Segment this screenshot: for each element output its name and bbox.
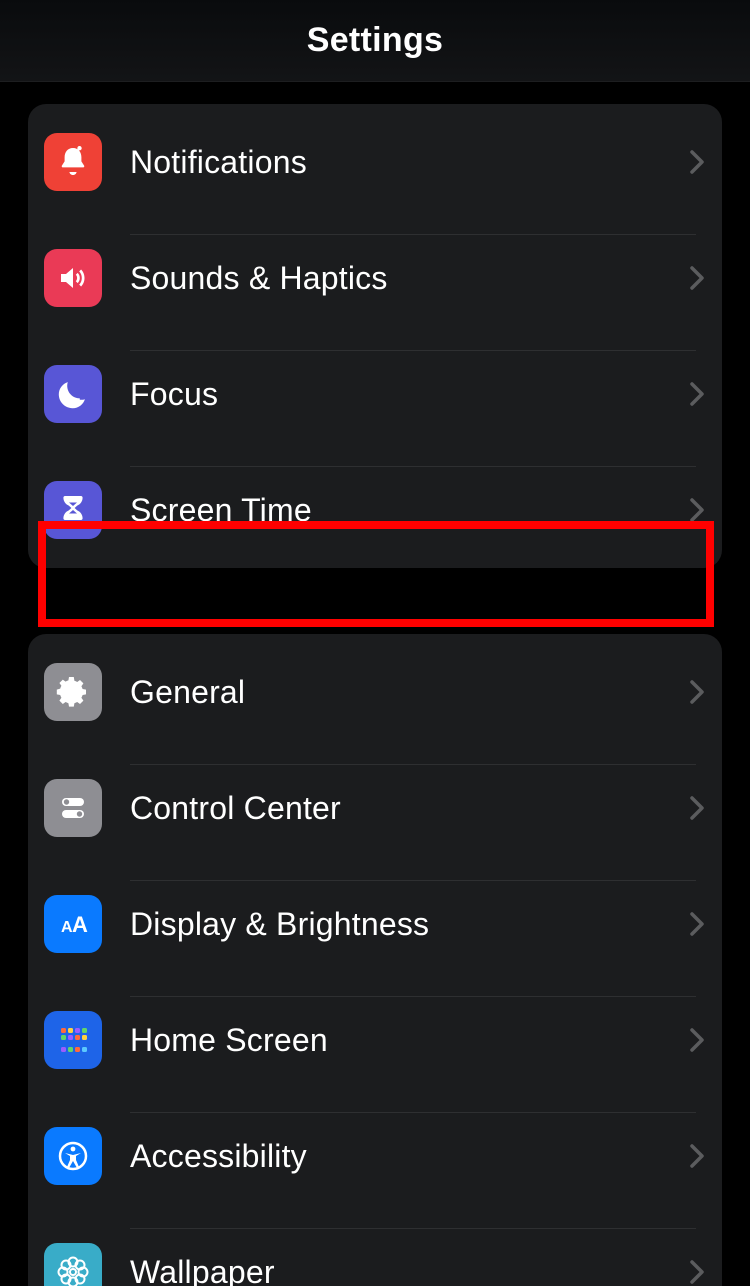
- row-label: Focus: [130, 376, 218, 413]
- row-label-wrap: Home Screen: [130, 996, 678, 1084]
- row-label: Accessibility: [130, 1138, 307, 1175]
- row-label: Home Screen: [130, 1022, 328, 1059]
- row-label: Notifications: [130, 144, 307, 181]
- chevron-right-icon: [690, 150, 704, 174]
- row-control-center[interactable]: Control Center: [28, 750, 722, 866]
- row-label-wrap: Accessibility: [130, 1112, 678, 1200]
- row-home-screen[interactable]: Home Screen: [28, 982, 722, 1098]
- toggles-icon: [44, 779, 102, 837]
- row-notifications[interactable]: Notifications: [28, 104, 722, 220]
- svg-text:A: A: [72, 912, 88, 937]
- row-general[interactable]: General: [28, 634, 722, 750]
- chevron-right-icon: [690, 498, 704, 522]
- row-label-wrap: Sounds & Haptics: [130, 234, 678, 322]
- flower-icon: [44, 1243, 102, 1286]
- row-label: Wallpaper: [130, 1254, 275, 1286]
- row-label: General: [130, 674, 245, 711]
- row-label: Display & Brightness: [130, 906, 429, 943]
- chevron-right-icon: [690, 1260, 704, 1284]
- moon-icon: [44, 365, 102, 423]
- row-label-wrap: Control Center: [130, 764, 678, 852]
- bell-icon: [44, 133, 102, 191]
- row-label-wrap: Display & Brightness: [130, 880, 678, 968]
- row-focus[interactable]: Focus: [28, 336, 722, 452]
- chevron-right-icon: [690, 680, 704, 704]
- row-accessibility[interactable]: Accessibility: [28, 1098, 722, 1214]
- accessibility-icon: [44, 1127, 102, 1185]
- hourglass-icon: [44, 481, 102, 539]
- apps-grid-icon: [44, 1011, 102, 1069]
- row-label: Control Center: [130, 790, 341, 827]
- row-label-wrap: Wallpaper: [130, 1228, 678, 1286]
- row-label: Screen Time: [130, 492, 312, 529]
- row-label-wrap: Screen Time: [130, 466, 678, 554]
- row-label: Sounds & Haptics: [130, 260, 388, 297]
- chevron-right-icon: [690, 382, 704, 406]
- speaker-icon: [44, 249, 102, 307]
- row-sounds-haptics[interactable]: Sounds & Haptics: [28, 220, 722, 336]
- settings-group-1: Notifications Sounds & Haptics Focus: [28, 104, 722, 568]
- chevron-right-icon: [690, 266, 704, 290]
- row-display-brightness[interactable]: AA Display & Brightness: [28, 866, 722, 982]
- settings-group-2: General Control Center AA Display & Brig…: [28, 634, 722, 1286]
- chevron-right-icon: [690, 912, 704, 936]
- chevron-right-icon: [690, 796, 704, 820]
- text-size-icon: AA: [44, 895, 102, 953]
- row-label-wrap: General: [130, 648, 678, 736]
- row-wallpaper[interactable]: Wallpaper: [28, 1214, 722, 1286]
- gear-icon: [44, 663, 102, 721]
- header-bar: Settings: [0, 0, 750, 82]
- row-screen-time[interactable]: Screen Time: [28, 452, 722, 568]
- chevron-right-icon: [690, 1144, 704, 1168]
- chevron-right-icon: [690, 1028, 704, 1052]
- settings-page: Notifications Sounds & Haptics Focus: [0, 104, 750, 1286]
- row-label-wrap: Notifications: [130, 118, 678, 206]
- page-title: Settings: [307, 21, 444, 60]
- row-label-wrap: Focus: [130, 350, 678, 438]
